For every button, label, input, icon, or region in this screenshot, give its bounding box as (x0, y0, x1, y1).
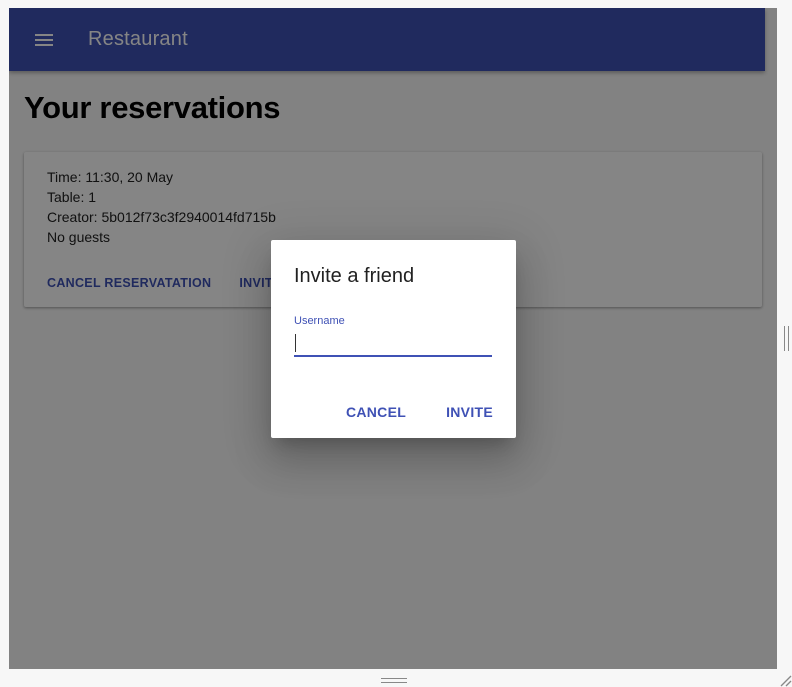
username-input[interactable] (294, 331, 492, 357)
browser-viewport: Restaurant Your reservations Time: 11:30… (9, 8, 777, 669)
dialog-cancel-button[interactable]: CANCEL (346, 404, 406, 420)
vertical-resize-handle[interactable] (784, 326, 789, 351)
resize-corner-icon[interactable] (778, 673, 792, 687)
horizontal-resize-handle[interactable] (381, 678, 407, 683)
username-label: Username (294, 315, 345, 327)
dialog-title: Invite a friend (294, 265, 415, 287)
dialog-invite-button[interactable]: INVITE (446, 404, 493, 420)
invite-dialog: Invite a friend Username CANCEL INVITE (271, 240, 516, 438)
text-caret (295, 334, 296, 352)
dialog-actions: CANCEL INVITE (346, 404, 493, 420)
